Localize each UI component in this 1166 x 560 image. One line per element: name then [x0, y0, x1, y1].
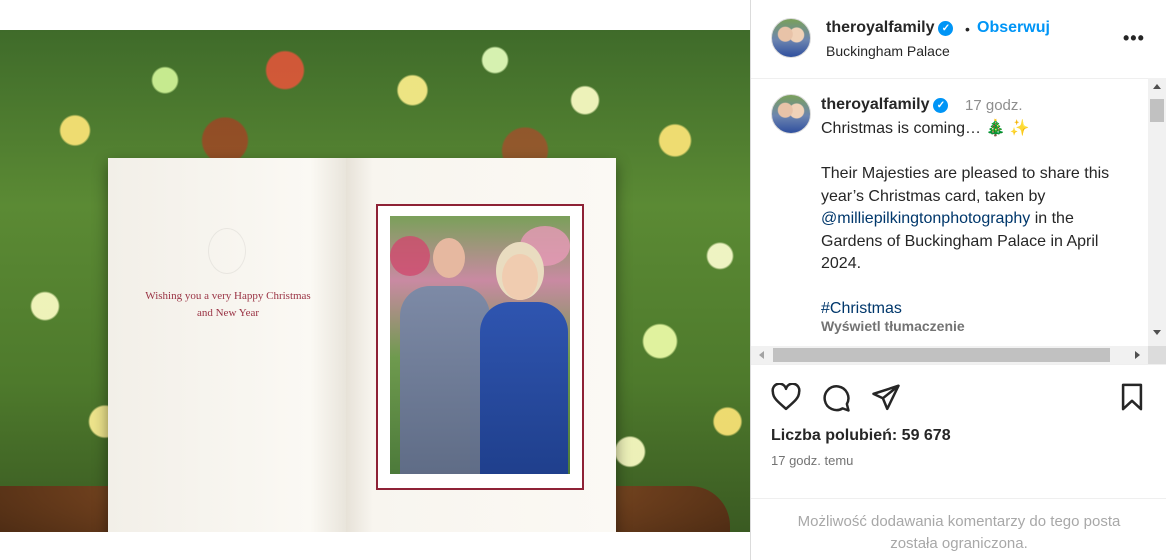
scroll-up-arrow-icon[interactable] — [1153, 84, 1161, 89]
card-left-page: Wishing you a very Happy Christmas and N… — [108, 158, 346, 532]
caption-username[interactable]: theroyalfamily ✓ — [821, 96, 949, 114]
scrollbar-corner — [1148, 346, 1166, 364]
bookmark-icon[interactable] — [1119, 383, 1145, 416]
card-greeting-line2: and New Year — [196, 307, 259, 319]
card-emboss — [208, 228, 246, 274]
portrait-king-head — [433, 238, 465, 278]
scrollbar-thumb[interactable] — [1150, 99, 1164, 122]
comments-restricted-notice: Możliwość dodawania komentarzy do tego p… — [751, 498, 1166, 560]
portrait-flowers — [390, 236, 430, 276]
author-avatar[interactable] — [771, 18, 811, 58]
likes-count[interactable]: Liczba polubień: 59 678 — [771, 427, 951, 445]
see-translation-button[interactable]: Wyświetl tłumaczenie — [821, 318, 965, 334]
post-side-panel: theroyalfamily ✓ • Obserwuj Buckingham Pa… — [750, 0, 1166, 560]
post-timestamp[interactable]: 17 godz. temu — [771, 453, 853, 468]
caption-text: Christmas is coming… 🎄 ✨ Their Majesties… — [821, 118, 1131, 321]
caption-area: theroyalfamily ✓ 17 godz. Christmas is co… — [751, 78, 1148, 346]
post-location[interactable]: Buckingham Palace — [826, 43, 950, 59]
portrait-king — [400, 286, 490, 474]
author-username[interactable]: theroyalfamily ✓ — [826, 19, 954, 37]
card-photo-frame — [376, 204, 584, 490]
restricted-line2: została ograniczona. — [890, 535, 1028, 552]
card-portrait — [390, 216, 570, 474]
hashtag-link[interactable]: #Christmas — [821, 300, 902, 317]
caption-line1: Christmas is coming… 🎄 ✨ — [821, 120, 1030, 137]
scroll-down-arrow-icon[interactable] — [1153, 330, 1161, 335]
caption-time[interactable]: 17 godz. — [965, 97, 1023, 114]
portrait-queen-head — [502, 254, 538, 300]
separator-dot: • — [965, 21, 970, 37]
christmas-card: Wishing you a very Happy Christmas and N… — [108, 158, 616, 532]
scroll-left-arrow-icon[interactable] — [759, 351, 764, 359]
more-options-icon[interactable]: ••• — [1123, 28, 1145, 49]
caption-avatar[interactable] — [771, 94, 811, 134]
post-media: Wishing you a very Happy Christmas and N… — [0, 0, 750, 560]
action-bar — [751, 364, 1166, 425]
portrait-queen — [480, 302, 568, 474]
verified-icon: ✓ — [933, 98, 949, 113]
mention-link[interactable]: @milliepilkingtonphotography — [821, 210, 1030, 227]
card-greeting: Wishing you a very Happy Christmas and N… — [138, 288, 318, 322]
heart-icon[interactable] — [771, 382, 801, 416]
caption-paragraph: Their Majesties are pleased to share thi… — [821, 163, 1131, 276]
share-icon[interactable] — [871, 383, 901, 416]
post-photo[interactable]: Wishing you a very Happy Christmas and N… — [0, 30, 750, 532]
caption-username-text[interactable]: theroyalfamily — [821, 96, 929, 113]
restricted-line1: Możliwość dodawania komentarzy do tego p… — [797, 513, 1121, 530]
author-username-text[interactable]: theroyalfamily — [826, 19, 934, 36]
scrollbar-thumb[interactable] — [773, 348, 1110, 362]
caption-paragraph-text: Their Majesties are pleased to share thi… — [821, 165, 1110, 205]
horizontal-scrollbar[interactable] — [751, 346, 1148, 364]
vertical-scrollbar[interactable] — [1148, 78, 1166, 346]
comment-icon[interactable] — [821, 383, 851, 418]
scroll-right-arrow-icon[interactable] — [1135, 351, 1140, 359]
card-greeting-line1: Wishing you a very Happy Christmas — [145, 290, 311, 302]
follow-button[interactable]: Obserwuj — [977, 19, 1050, 37]
post-header: theroyalfamily ✓ • Obserwuj Buckingham Pa… — [751, 0, 1166, 79]
verified-icon: ✓ — [938, 21, 954, 36]
